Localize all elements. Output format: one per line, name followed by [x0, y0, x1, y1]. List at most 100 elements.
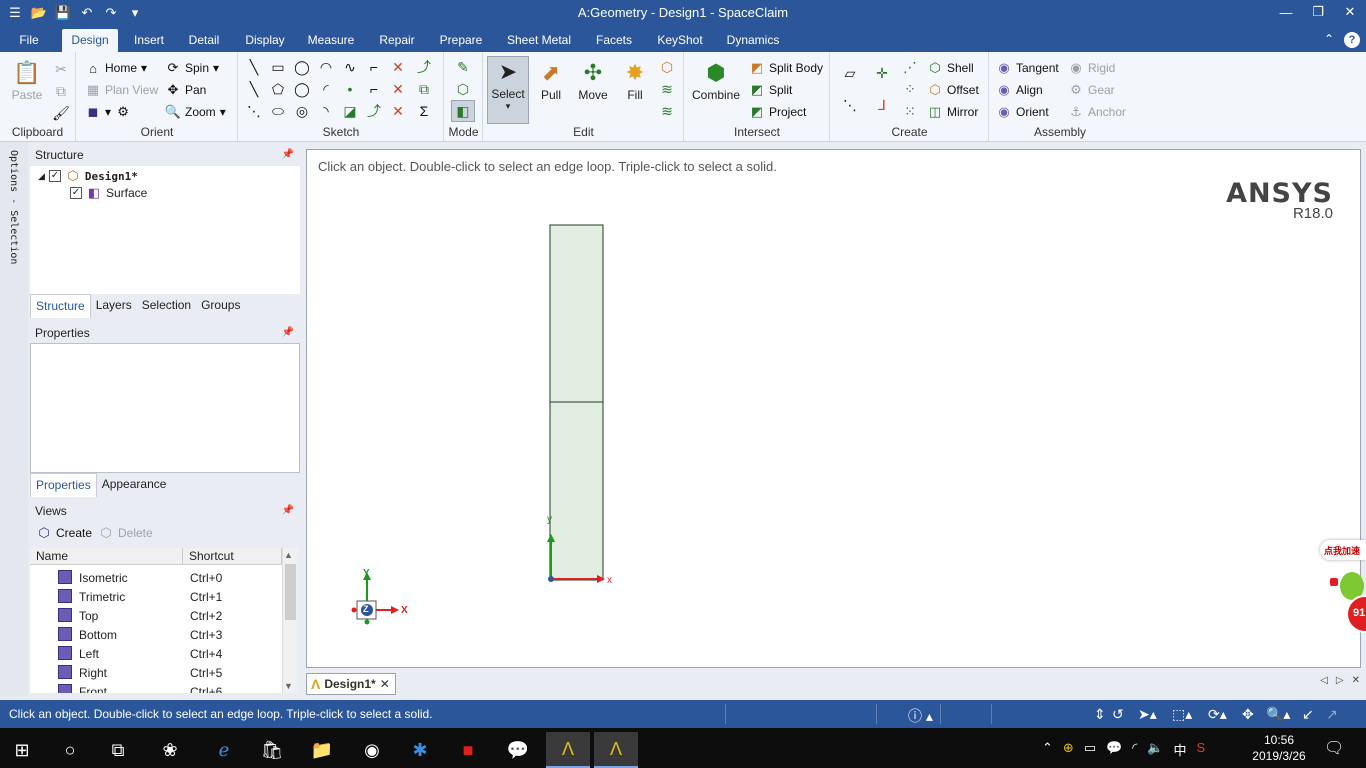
- face-curve-icon[interactable]: ◪: [341, 102, 359, 120]
- previous-view-icon[interactable]: ↙: [1302, 706, 1314, 723]
- column-name-header[interactable]: Name: [30, 548, 183, 565]
- rigid-button[interactable]: ◉ Rigid: [1068, 60, 1115, 76]
- next-view-icon[interactable]: ↗: [1326, 706, 1338, 723]
- spin-mode-icon[interactable]: ⟳▴: [1208, 706, 1227, 723]
- root-visibility-checkbox[interactable]: ✓: [48, 170, 61, 182]
- table-row[interactable]: Trimetric Ctrl+1: [30, 587, 282, 606]
- align-button[interactable]: ◉ Align: [996, 82, 1042, 98]
- box-select-icon[interactable]: ⬚▴: [1172, 706, 1192, 723]
- anchor-button[interactable]: ⚓ Anchor: [1068, 104, 1126, 120]
- trim-icon[interactable]: ✕: [389, 58, 407, 76]
- move-button[interactable]: ✣ Move: [572, 58, 614, 102]
- shell-button[interactable]: ⬡ Shell: [927, 60, 973, 76]
- origin-icon[interactable]: ✛: [873, 64, 891, 82]
- sogou-ime-icon[interactable]: S: [1197, 740, 1206, 759]
- minimize-button[interactable]: —: [1270, 0, 1302, 24]
- equation-icon[interactable]: Σ: [415, 102, 433, 120]
- wechat-icon[interactable]: 💬: [496, 732, 540, 768]
- project-button[interactable]: ◩ Project: [749, 104, 807, 120]
- network-icon[interactable]: ◜: [1132, 740, 1137, 759]
- volume-icon[interactable]: 🔈: [1147, 740, 1163, 759]
- orient-assembly-button[interactable]: ◉ Orient: [996, 104, 1048, 120]
- spaceclaim-taskbar-icon[interactable]: Λ: [594, 732, 638, 768]
- fill-button[interactable]: ✸ Fill: [614, 58, 656, 102]
- tab-measure[interactable]: Measure: [302, 29, 360, 52]
- tab-scroll-left-icon[interactable]: ◁: [1320, 675, 1328, 686]
- selection-filter-icon[interactable]: ⇕: [1094, 706, 1106, 723]
- close-tab-icon[interactable]: ✕: [380, 677, 390, 691]
- tray-plus-icon[interactable]: ⊕: [1063, 740, 1074, 759]
- split-line-icon[interactable]: ✕: [389, 80, 407, 98]
- coordinate-system-icon[interactable]: ⅃: [873, 96, 891, 114]
- delete-view-button[interactable]: ⬡ Delete: [98, 525, 152, 541]
- accelerator-badge[interactable]: 点我加速: [1320, 540, 1366, 560]
- tree-root-row[interactable]: ◢ ✓ ⬡ Design1*: [38, 168, 138, 184]
- spin-button[interactable]: ⟳ Spin ▾: [165, 60, 220, 76]
- tab-scroll-right-icon[interactable]: ▷: [1336, 675, 1344, 686]
- copy-icon[interactable]: ⧉: [52, 82, 70, 100]
- pan-button[interactable]: ✥ Pan: [165, 82, 207, 98]
- pin-icon[interactable]: 📌: [282, 145, 294, 165]
- tab-design[interactable]: Design: [62, 29, 118, 52]
- circle-icon[interactable]: ◯: [293, 58, 311, 76]
- tab-display[interactable]: Display: [238, 29, 292, 52]
- tangent-circle-icon[interactable]: ◎: [293, 102, 311, 120]
- close-document-icon[interactable]: ✕: [1352, 675, 1360, 686]
- split-body-button[interactable]: ◩ Split Body: [749, 60, 823, 76]
- ellipse-icon[interactable]: ⬭: [269, 102, 287, 120]
- tweak-face-icon[interactable]: ≋: [658, 102, 676, 120]
- combine-button[interactable]: ⬢ Combine: [691, 58, 741, 102]
- tangent-line-icon[interactable]: ╲: [245, 80, 263, 98]
- ime-indicator[interactable]: 中: [1174, 740, 1187, 759]
- paste-button[interactable]: 📋 Paste: [6, 58, 48, 102]
- tab-groups[interactable]: Groups: [196, 294, 245, 318]
- file-explorer-icon[interactable]: 📁: [300, 732, 344, 768]
- tangent-button[interactable]: ◉ Tangent: [996, 60, 1058, 76]
- arc-icon[interactable]: ◠: [317, 58, 335, 76]
- construction-line-icon[interactable]: ⋱: [245, 102, 263, 120]
- tab-insert[interactable]: Insert: [126, 29, 172, 52]
- tab-facets[interactable]: Facets: [588, 29, 640, 52]
- polygon-icon[interactable]: ⬠: [269, 80, 287, 98]
- zoom-mode-icon[interactable]: 🔍▴: [1266, 706, 1290, 723]
- assistant-icon[interactable]: ✱: [398, 732, 442, 768]
- notifications-icon[interactable]: 🗨: [1324, 738, 1344, 758]
- graphics-viewport[interactable]: Click an object. Double-click to select …: [306, 149, 1361, 668]
- replace-icon[interactable]: ≋: [658, 80, 676, 98]
- table-row[interactable]: Top Ctrl+2: [30, 606, 282, 625]
- fillet-icon[interactable]: ⤴: [365, 102, 383, 120]
- three-point-circle-icon[interactable]: ◯: [293, 80, 311, 98]
- tab-keyshot[interactable]: KeyShot: [650, 29, 710, 52]
- search-icon[interactable]: ○: [48, 732, 92, 768]
- start-icon[interactable]: ⊞: [0, 732, 44, 768]
- tab-appearance[interactable]: Appearance: [97, 473, 172, 497]
- ansys-workbench-taskbar-icon[interactable]: Λ: [546, 732, 590, 768]
- scroll-thumb[interactable]: [285, 564, 296, 620]
- circular-pattern-icon[interactable]: ⁘: [901, 80, 919, 98]
- options-selection-side-tab[interactable]: Options - Selection: [0, 142, 28, 697]
- tab-selection[interactable]: Selection: [137, 294, 196, 318]
- blend-icon[interactable]: ⬡: [658, 58, 676, 76]
- scroll-down-icon[interactable]: ▼: [284, 681, 293, 691]
- surface-visibility-checkbox[interactable]: ✓: [70, 187, 82, 199]
- linear-pattern-icon[interactable]: ⋰: [901, 58, 919, 76]
- plane-icon[interactable]: ▱: [841, 64, 859, 82]
- scroll-up-icon[interactable]: ▲: [284, 550, 293, 560]
- lower-face[interactable]: [549, 401, 604, 581]
- tray-wechat-icon[interactable]: 💬: [1106, 740, 1122, 759]
- pin-icon[interactable]: 📌: [282, 501, 294, 521]
- view-cube-button[interactable]: ◼ ▾ ⚙: [85, 104, 131, 120]
- mirror-button[interactable]: ◫ Mirror: [927, 104, 978, 120]
- sweep-arc-icon[interactable]: ◜: [317, 80, 335, 98]
- app-icon[interactable]: ❀: [148, 732, 192, 768]
- tab-sheet-metal[interactable]: Sheet Metal: [500, 29, 578, 52]
- axis-icon[interactable]: ⋱: [841, 96, 859, 114]
- model-canvas[interactable]: x y: [307, 150, 1360, 667]
- fill-pattern-icon[interactable]: ⁙: [901, 102, 919, 120]
- pan-mode-icon[interactable]: ✥: [1242, 706, 1254, 723]
- offset-curve-icon[interactable]: ⌐: [365, 80, 383, 98]
- task-view-icon[interactable]: ⧉: [96, 732, 140, 768]
- table-row[interactable]: Left Ctrl+4: [30, 644, 282, 663]
- table-row[interactable]: Right Ctrl+5: [30, 663, 282, 682]
- collapse-ribbon-icon[interactable]: ⌃: [1324, 32, 1334, 48]
